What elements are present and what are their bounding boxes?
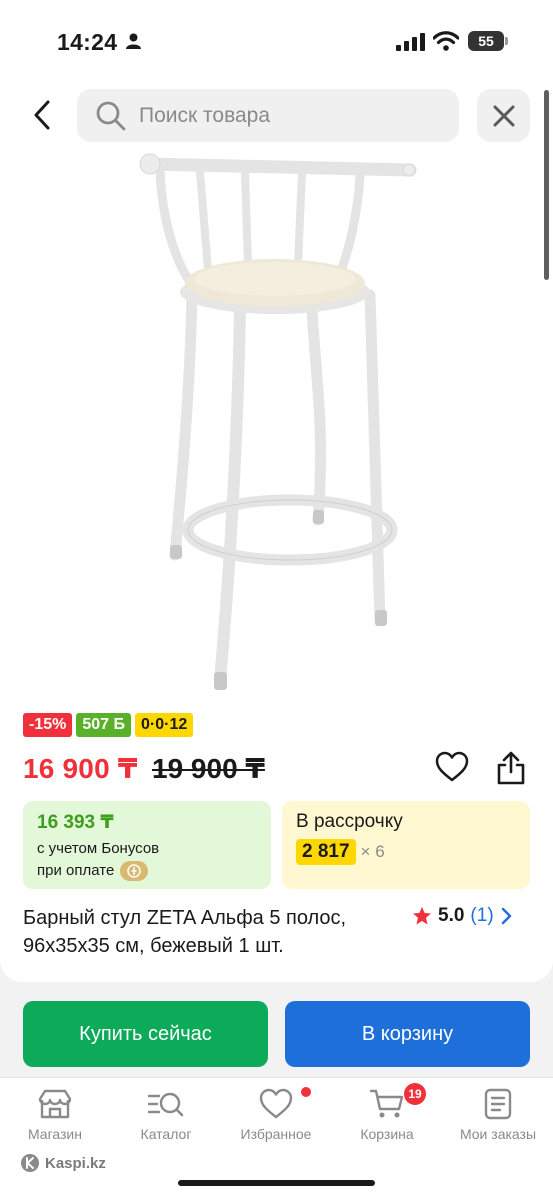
rating[interactable]: 5.0 (1) — [412, 904, 512, 928]
close-icon — [493, 105, 514, 126]
nav-label-orders: Мои заказы — [459, 1126, 537, 1142]
old-price: 19 900 ₸ — [152, 753, 265, 784]
favorite-button[interactable] — [435, 751, 469, 788]
installment-title: В рассрочку — [296, 811, 403, 832]
store-icon — [38, 1089, 72, 1119]
orders-icon — [484, 1088, 512, 1120]
search-icon — [96, 101, 126, 130]
nav-label-cart: Корзина — [360, 1126, 414, 1142]
catalog-search-icon — [147, 1092, 184, 1117]
bonus-offer-card[interactable]: 16 393 ₸ с учетом Бонусов при оплате — [23, 801, 271, 889]
home-indicator[interactable] — [178, 1180, 375, 1186]
installment-row: 2 817 × 6 — [296, 839, 516, 865]
installment-offer-card[interactable]: В рассрочку 2 817 × 6 — [282, 801, 530, 889]
heart-icon — [259, 1088, 293, 1119]
nav-item-store[interactable]: Магазин — [0, 1088, 110, 1142]
bonus-line-1: с учетом Бонусов — [37, 839, 257, 859]
search-placeholder: Поиск товара — [139, 103, 271, 127]
search-input[interactable]: Поиск товара — [77, 89, 459, 142]
bonus-coin-icon — [120, 861, 149, 881]
nav-item-orders[interactable]: Мои заказы — [443, 1088, 553, 1142]
bonus-price: 16 393 ₸ — [37, 812, 114, 833]
installment-badge: 0·0·12 — [135, 713, 194, 737]
battery-indicator: 55 — [468, 31, 504, 51]
bonus-badge: 507 Б — [76, 713, 131, 737]
rating-score: 5.0 — [438, 905, 465, 926]
rating-count[interactable]: (1) — [470, 904, 493, 928]
kaspi-brand-name: Kaspi.kz — [45, 1154, 106, 1172]
nav-label-store: Магазин — [27, 1126, 82, 1142]
bonus-line-1-text: с учетом Бонусов — [37, 840, 160, 857]
nav-item-favorites[interactable]: Избранное — [221, 1088, 331, 1142]
star-icon — [413, 907, 431, 925]
promo-badges: -15% 507 Б 0·0·12 — [23, 713, 194, 737]
kaspi-brand: Kaspi.kz — [20, 1153, 106, 1173]
installment-monthly: 2 817 — [296, 839, 356, 865]
current-price: 16 900 ₸ — [23, 753, 138, 784]
cart-icon — [369, 1089, 404, 1118]
discount-badge: -15% — [23, 713, 73, 737]
add-to-cart-button[interactable]: В корзину — [285, 1001, 530, 1067]
heart-icon — [435, 751, 469, 782]
bonus-line-2-text: при оплате — [37, 862, 115, 879]
nav-label-favorites: Избранное — [240, 1126, 312, 1142]
close-button[interactable] — [477, 89, 530, 142]
installment-months: × 6 — [360, 842, 385, 861]
nav-item-catalog[interactable]: Каталог — [111, 1088, 221, 1142]
share-icon — [497, 751, 525, 785]
favorites-dot — [301, 1087, 311, 1097]
bonus-line-2: при оплате — [37, 861, 257, 881]
status-time: 14:24 — [57, 29, 118, 55]
share-button[interactable] — [495, 750, 527, 791]
chevron-left-icon — [34, 100, 50, 130]
kaspi-logo-icon — [21, 1154, 39, 1172]
cart-count-badge: 19 — [404, 1083, 426, 1105]
product-title: Барный стул ZETA Альфа 5 полос, 96x35x35… — [23, 907, 347, 957]
scroll-indicator — [544, 90, 549, 280]
signal-icon — [396, 33, 425, 51]
wifi-icon — [433, 31, 459, 51]
person-icon — [126, 33, 141, 49]
status-bar: 14:24 55 — [0, 0, 553, 82]
product-image[interactable] — [120, 150, 440, 700]
back-button[interactable] — [22, 92, 62, 138]
buy-now-button[interactable]: Купить сейчас — [23, 1001, 268, 1067]
battery-tip — [505, 37, 508, 45]
chevron-right-icon — [501, 907, 511, 925]
nav-label-catalog: Каталог — [140, 1126, 192, 1142]
product-page: 14:24 55 Поиск товара -15% 507 Б 0·0·12 … — [0, 0, 553, 1200]
